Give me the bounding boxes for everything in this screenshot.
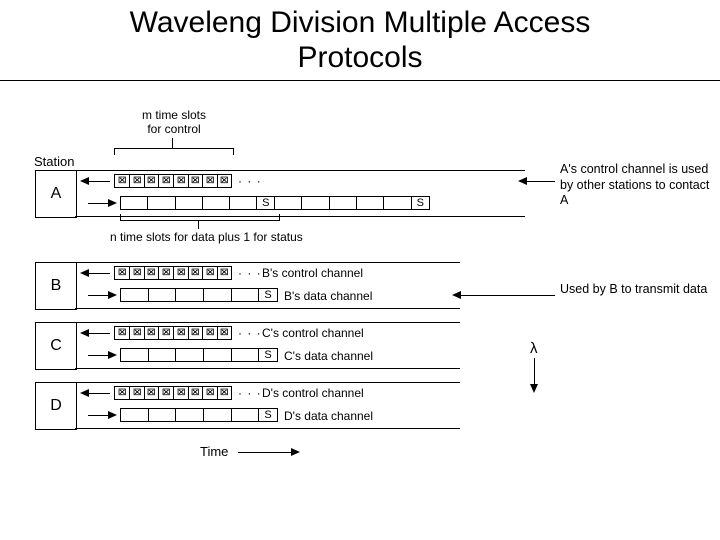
time-shaft xyxy=(238,452,293,453)
b-ctrl-shaft xyxy=(88,273,110,274)
n-slots-brace xyxy=(120,214,280,221)
d-top-line xyxy=(75,382,460,383)
lambda-label: λ xyxy=(530,340,538,357)
c-data-slots: S xyxy=(120,348,278,362)
b-ctrl-label: B's control channel xyxy=(262,266,363,280)
c-top-line xyxy=(75,322,460,323)
station-a-box: A xyxy=(35,170,77,218)
m-slots-label: m time slots for control xyxy=(124,108,224,136)
d-ctrl-shaft xyxy=(88,393,110,394)
a-ctrl-arrow-shaft xyxy=(88,181,110,182)
d-bot-line xyxy=(75,428,460,429)
a-data-slots: S S xyxy=(120,196,430,210)
wdma-diagram: m time slots for control Station A ⊠ ⊠ ⊠… xyxy=(0,100,720,540)
c-status: S xyxy=(264,349,271,361)
b-data-label: B's data channel xyxy=(284,289,372,303)
n-brace-stem xyxy=(198,220,199,229)
b-ctrl-ellipsis: · · · xyxy=(238,266,262,280)
b-status: S xyxy=(264,289,271,301)
station-d-box: D xyxy=(35,382,77,430)
title-line2: Protocols xyxy=(297,41,422,74)
d-status: S xyxy=(264,409,271,421)
b-bot-line xyxy=(75,308,460,309)
station-a-label: A xyxy=(51,185,62,203)
b-control-slots: ⊠ ⊠ ⊠ ⊠ ⊠ ⊠ ⊠ ⊠ xyxy=(114,266,232,280)
brace-stem xyxy=(172,138,173,148)
a-data-arrow-out-icon xyxy=(108,199,117,207)
a-status-2: S xyxy=(417,197,424,209)
a-ann-leader xyxy=(525,181,555,182)
a-control-slots: ⊠ ⊠ ⊠ ⊠ ⊠ ⊠ ⊠ ⊠ xyxy=(114,174,232,188)
c-data-arrow-out-icon xyxy=(108,351,117,359)
b-top-line xyxy=(75,262,460,263)
lambda-arrow-down-icon xyxy=(530,384,538,393)
c-bot-line xyxy=(75,368,460,369)
time-arrow-right-icon xyxy=(291,448,300,456)
station-d-label: D xyxy=(50,397,62,415)
lambda-shaft xyxy=(534,358,535,386)
c-ctrl-shaft xyxy=(88,333,110,334)
c-data-shaft xyxy=(88,355,110,356)
time-label: Time xyxy=(200,444,228,459)
b-ann-arrow-icon xyxy=(452,291,461,299)
b-data-arrow-out-icon xyxy=(108,291,117,299)
d-control-slots: ⊠ ⊠ ⊠ ⊠ ⊠ ⊠ ⊠ ⊠ xyxy=(114,386,232,400)
station-header: Station xyxy=(34,154,74,169)
d-ctrl-label: D's control channel xyxy=(262,386,364,400)
station-b-label: B xyxy=(51,277,62,295)
n-slots-label: n time slots for data plus 1 for status xyxy=(110,230,303,244)
station-c-label: C xyxy=(50,337,62,355)
c-control-slots: ⊠ ⊠ ⊠ ⊠ ⊠ ⊠ ⊠ ⊠ xyxy=(114,326,232,340)
a-ctrl-annotation: A's control channel is used by other sta… xyxy=(560,162,720,209)
m-slots-brace xyxy=(114,148,234,155)
d-data-shaft xyxy=(88,415,110,416)
title-line1: Waveleng Division Multiple Access xyxy=(130,6,591,39)
title-underline xyxy=(0,80,720,81)
a-ann-arrow-icon xyxy=(518,177,527,185)
c-ctrl-ellipsis: · · · xyxy=(238,326,262,340)
d-data-slots: S xyxy=(120,408,278,422)
d-data-arrow-out-icon xyxy=(108,411,117,419)
c-data-label: C's data channel xyxy=(284,349,373,363)
b-data-shaft xyxy=(88,295,110,296)
station-c-box: C xyxy=(35,322,77,370)
d-ctrl-ellipsis: · · · xyxy=(238,386,262,400)
a-ctrl-ellipsis: · · · xyxy=(238,174,262,188)
station-b-box: B xyxy=(35,262,77,310)
a-top-line xyxy=(75,170,525,171)
b-data-slots: S xyxy=(120,288,278,302)
b-data-annotation: Used by B to transmit data xyxy=(560,282,707,298)
a-data-arrow-shaft xyxy=(88,203,110,204)
d-data-label: D's data channel xyxy=(284,409,373,423)
c-ctrl-label: C's control channel xyxy=(262,326,364,340)
b-ann-leader xyxy=(460,295,555,296)
page-title: Waveleng Division Multiple Access Protoc… xyxy=(0,0,720,75)
a-status-1: S xyxy=(262,197,269,209)
